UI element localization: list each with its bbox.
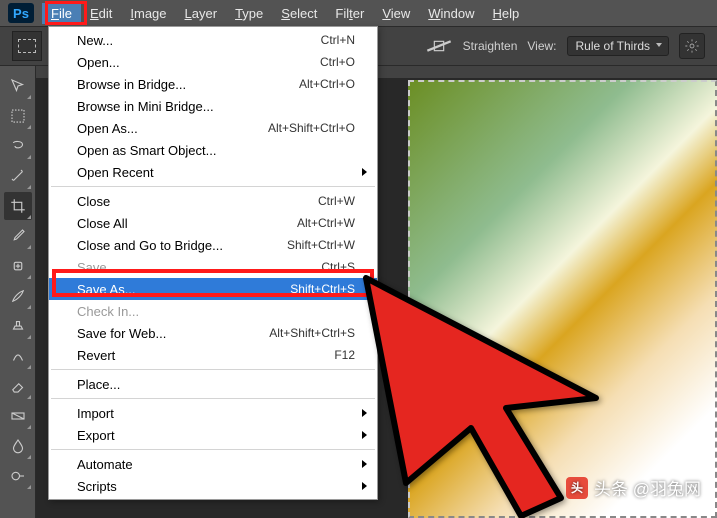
menu-item-close[interactable]: CloseCtrl+W [49, 190, 377, 212]
menu-separator [51, 449, 375, 450]
menu-edit[interactable]: Edit [81, 3, 121, 24]
menu-view[interactable]: View [373, 3, 419, 24]
menu-item-save-as[interactable]: Save As...Shift+Ctrl+S [49, 278, 377, 300]
menu-item-new[interactable]: New...Ctrl+N [49, 29, 377, 51]
watermark-logo-icon: 头 [566, 477, 588, 499]
menu-item-open-as[interactable]: Open As...Alt+Shift+Ctrl+O [49, 117, 377, 139]
watermark-text: 头条 @羽兔网 [594, 475, 701, 500]
menu-window[interactable]: Window [419, 3, 483, 24]
menu-item-scripts[interactable]: Scripts [49, 475, 377, 497]
menu-item-open-recent[interactable]: Open Recent [49, 161, 377, 183]
crop-options-gear-icon[interactable] [679, 33, 705, 59]
menu-separator [51, 398, 375, 399]
menu-item-save-for-web[interactable]: Save for Web...Alt+Shift+Ctrl+S [49, 322, 377, 344]
menubar: Ps File Edit Image Layer Type Select Fil… [0, 0, 717, 26]
menu-image[interactable]: Image [121, 3, 175, 24]
app-logo: Ps [8, 3, 34, 23]
file-menu-dropdown: New...Ctrl+N Open...Ctrl+O Browse in Bri… [48, 26, 378, 500]
view-label: View: [527, 39, 556, 53]
menu-item-export[interactable]: Export [49, 424, 377, 446]
straighten-icon[interactable] [425, 37, 453, 55]
menu-item-automate[interactable]: Automate [49, 453, 377, 475]
menu-item-revert[interactable]: RevertF12 [49, 344, 377, 366]
menu-item-open[interactable]: Open...Ctrl+O [49, 51, 377, 73]
watermark: 头 头条 @羽兔网 [566, 475, 701, 500]
menu-item-close-all[interactable]: Close AllAlt+Ctrl+W [49, 212, 377, 234]
menu-type[interactable]: Type [226, 3, 272, 24]
document-canvas[interactable] [408, 80, 717, 518]
menu-item-save: SaveCtrl+S [49, 256, 377, 278]
menu-item-browse-bridge[interactable]: Browse in Bridge...Alt+Ctrl+O [49, 73, 377, 95]
menu-item-place[interactable]: Place... [49, 373, 377, 395]
menu-filter[interactable]: Filter [326, 3, 373, 24]
view-dropdown[interactable]: Rule of Thirds [567, 36, 669, 56]
straighten-label[interactable]: Straighten [463, 39, 518, 53]
crop-marquee[interactable] [408, 80, 717, 518]
menu-layer[interactable]: Layer [176, 3, 227, 24]
menu-file[interactable]: File [42, 3, 81, 24]
menu-item-import[interactable]: Import [49, 402, 377, 424]
menu-item-browse-mini-bridge[interactable]: Browse in Mini Bridge... [49, 95, 377, 117]
menu-select[interactable]: Select [272, 3, 326, 24]
tool-preset-icon[interactable] [12, 31, 42, 61]
menu-item-check-in: Check In... [49, 300, 377, 322]
menu-item-open-smart-object[interactable]: Open as Smart Object... [49, 139, 377, 161]
menu-item-close-bridge[interactable]: Close and Go to Bridge...Shift+Ctrl+W [49, 234, 377, 256]
menu-separator [51, 186, 375, 187]
menu-separator [51, 369, 375, 370]
toolbox [0, 66, 36, 518]
menu-help[interactable]: Help [484, 3, 529, 24]
